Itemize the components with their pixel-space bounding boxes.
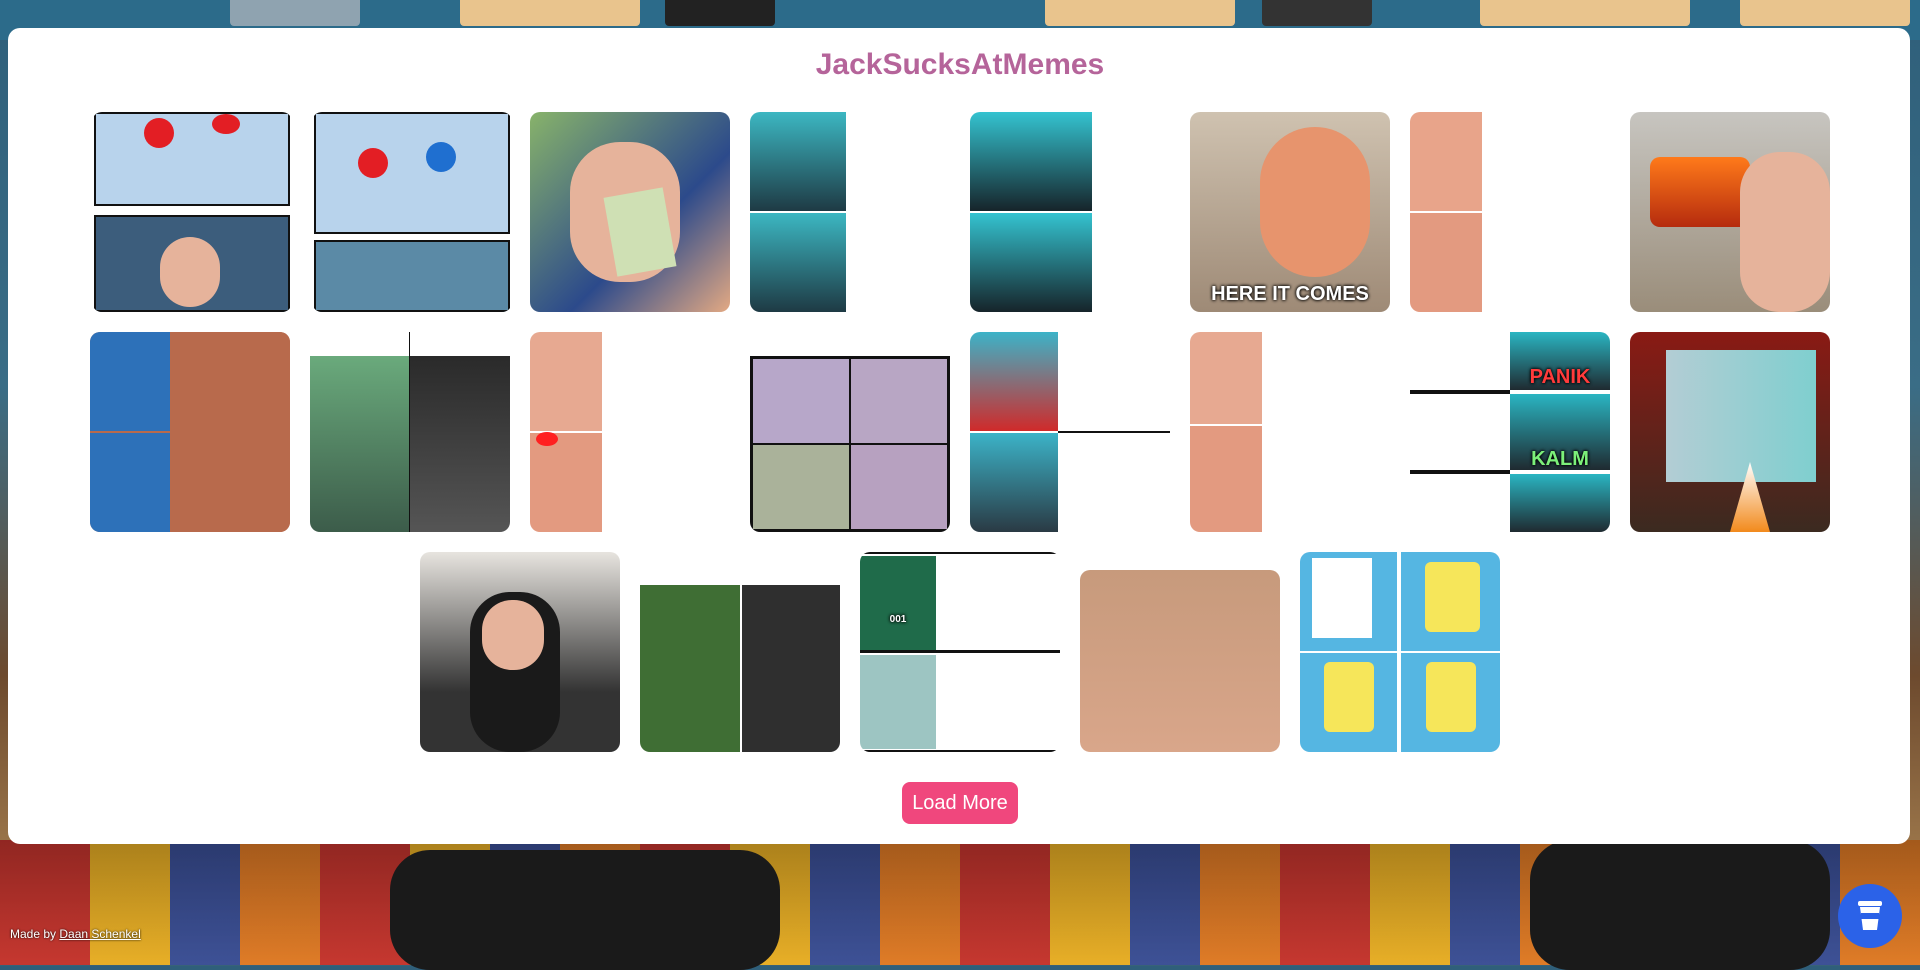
background-figure-right — [1530, 840, 1830, 970]
meme-two-buttons-alt[interactable] — [312, 112, 512, 312]
meme-row-1: HERE IT COMES — [0, 112, 1920, 312]
meme-movie-screen[interactable] — [1630, 332, 1830, 532]
background-poster — [1262, 0, 1372, 26]
meme-hoodie-pair[interactable] — [90, 332, 290, 532]
meme-disaster-fire[interactable] — [1630, 112, 1830, 312]
load-more-button[interactable]: Load More — [902, 782, 1018, 824]
footer-prefix: Made by — [10, 927, 60, 941]
meme-suit-comparison[interactable] — [310, 332, 510, 532]
meme-glasses-pair[interactable] — [1190, 332, 1390, 532]
background-poster — [230, 0, 360, 26]
background-poster — [1740, 0, 1910, 26]
background-figure-legs — [390, 850, 780, 970]
meme-closeup-face[interactable] — [1080, 552, 1280, 752]
meme-spongebob[interactable] — [1300, 552, 1500, 752]
meme-laser-eyes[interactable] — [530, 332, 730, 532]
meme-mic-pair[interactable] — [970, 112, 1170, 312]
meme-glasses-smile[interactable] — [1410, 112, 1610, 312]
panik-label: PANIK — [1529, 366, 1591, 388]
meme-panik-kalm[interactable]: PANIK KALM — [1410, 332, 1610, 532]
meme-mustache[interactable] — [970, 332, 1170, 532]
meme-thinking-pair[interactable] — [750, 112, 950, 312]
background-poster — [460, 0, 640, 26]
meme-row-3: 001 — [0, 552, 1920, 752]
meme-caption: HERE IT COMES — [1211, 283, 1369, 305]
kalm-label: KALM — [1531, 448, 1589, 470]
meme-squid-game[interactable]: 001 — [860, 552, 1060, 752]
buy-me-a-coffee-button[interactable] — [1838, 884, 1902, 948]
meme-here-it-comes[interactable]: HERE IT COMES — [1190, 112, 1390, 312]
meme-pointing-headset[interactable] — [420, 552, 620, 752]
author-link[interactable]: Daan Schenkel — [59, 927, 140, 941]
footer-credit: Made by Daan Schenkel — [10, 927, 141, 941]
background-poster — [1480, 0, 1690, 26]
background-poster — [1045, 0, 1235, 26]
page-title: JackSucksAtMemes — [815, 48, 1105, 81]
meme-two-buttons[interactable] — [92, 112, 292, 312]
meme-plant-point[interactable] — [640, 552, 840, 752]
meme-money-tears[interactable] — [530, 112, 730, 312]
meme-four-panel-thinking[interactable] — [750, 332, 950, 532]
meme-row-2: PANIK KALM — [0, 332, 1920, 532]
squid-number: 001 — [889, 614, 907, 625]
coffee-cup-icon — [1856, 898, 1884, 935]
background-poster — [665, 0, 775, 26]
